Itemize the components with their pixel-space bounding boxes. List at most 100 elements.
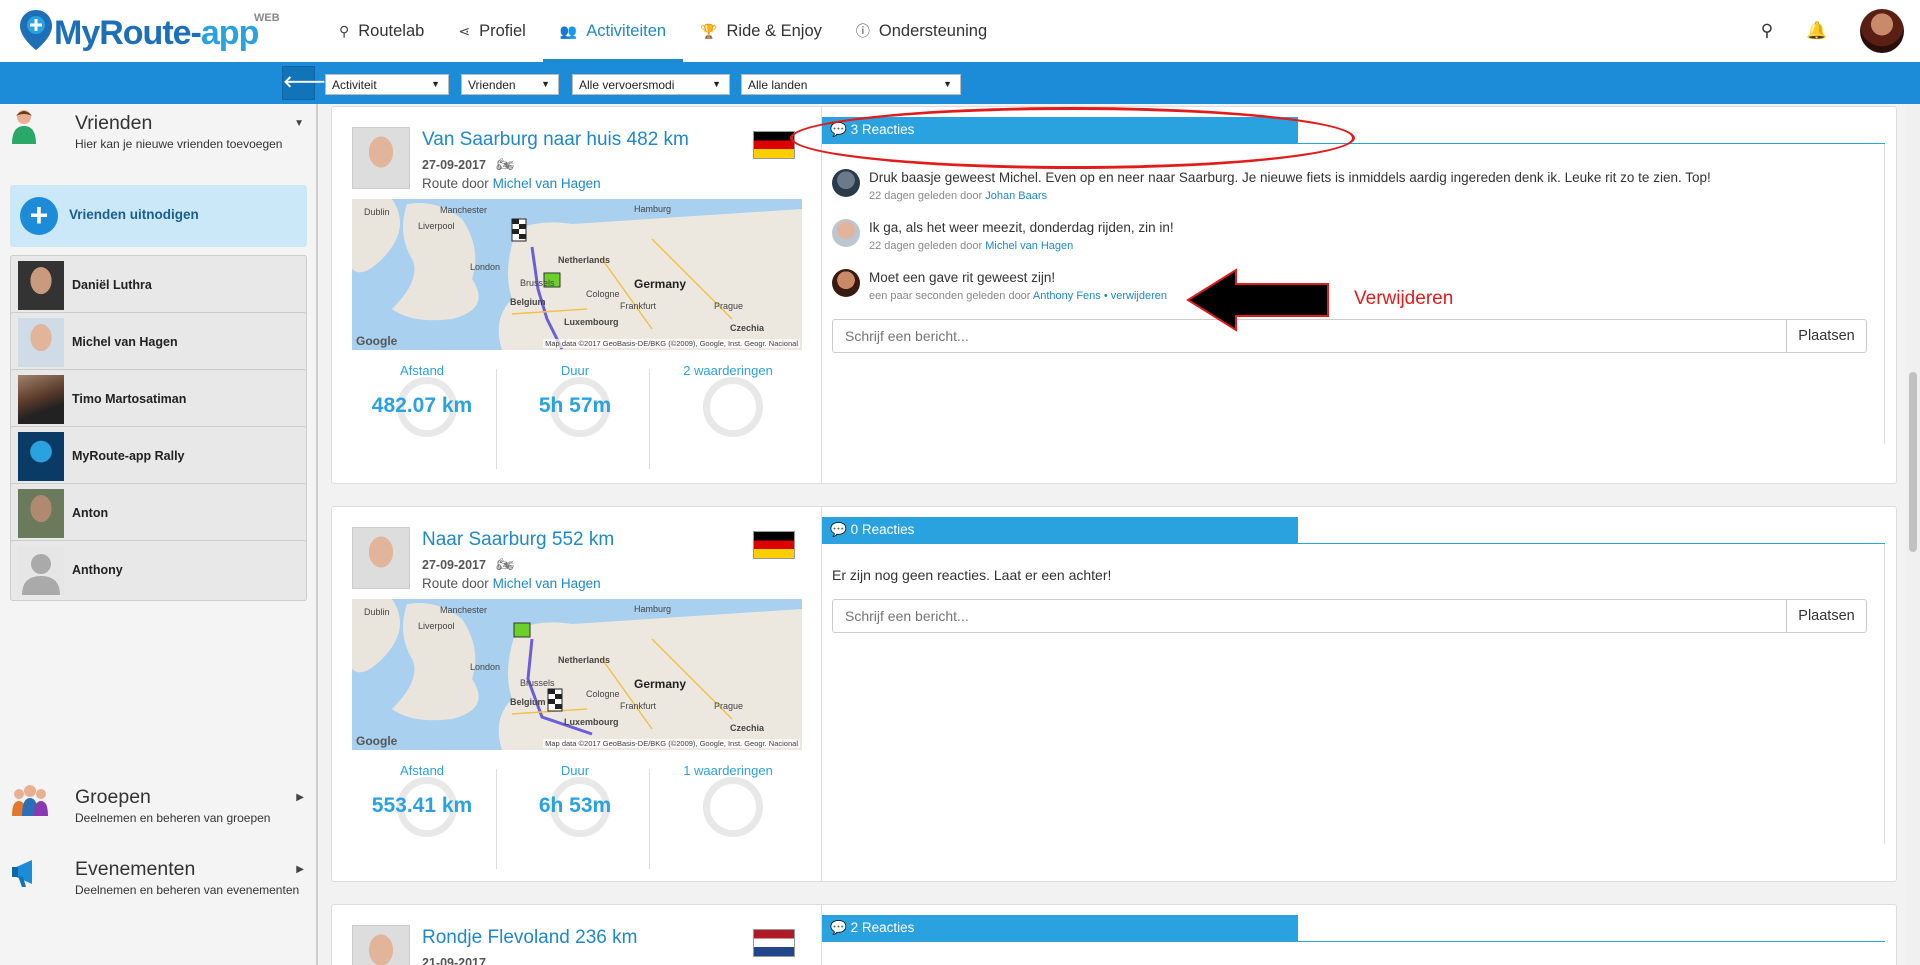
friend-item[interactable]: Timo Martosatiman [10, 369, 307, 430]
germany-flag-icon [753, 131, 795, 159]
nav-label: Profiel [479, 21, 526, 40]
main-nav: ⚲ Routelab ⋖ Profiel 👥 Activiteiten 🏆 Ride &… [322, 0, 1004, 62]
default-user-icon [18, 546, 64, 595]
nav-activiteiten[interactable]: 👥 Activiteiten [542, 0, 684, 62]
map-label: Brussels [520, 678, 555, 688]
friends-section-header[interactable]: Vrienden Hier kan je nieuwe vrienden toe… [0, 104, 318, 179]
post-button[interactable]: Plaatsen [1786, 319, 1867, 353]
activity-avatar[interactable] [352, 527, 410, 589]
stat-value: 5h 57m [538, 394, 612, 417]
friends-filter-select[interactable]: Vrienden ▼ [461, 74, 559, 95]
reactions-header[interactable]: 💬 3 Reacties [822, 117, 1298, 144]
collapse-sidebar-button[interactable]: 🡐 [282, 66, 326, 100]
nav-profiel[interactable]: ⋖ Profiel [441, 0, 543, 62]
transport-filter-select[interactable]: Alle vervoersmodi ▼ [572, 74, 730, 95]
user-avatar[interactable] [1860, 9, 1904, 53]
activity-filter-select[interactable]: Activiteit ▼ [325, 74, 449, 95]
motorcycle-icon: 🏍 [496, 556, 514, 572]
no-reactions-text: Er zijn nog geen reacties. Laat er een a… [832, 567, 1112, 583]
thumbs-up-icon [703, 377, 763, 437]
friend-item[interactable]: MyRoute-app Rally [10, 426, 307, 487]
nav-routelab[interactable]: ⚲ Routelab [322, 0, 441, 62]
invite-friends-button[interactable]: + Vrienden uitnodigen [10, 185, 307, 247]
info-icon: ⓘ [855, 23, 870, 39]
comment-author-link[interactable]: Michel van Hagen [985, 240, 1073, 252]
comment-avatar[interactable] [832, 169, 860, 197]
comment-icon: 💬 [830, 522, 847, 537]
caret-down-icon: ▼ [712, 79, 721, 89]
comment-icon: 💬 [830, 122, 847, 137]
map-label: Cologne [586, 689, 620, 699]
map-label: Dublin [364, 607, 390, 617]
comment-input[interactable] [832, 319, 1787, 353]
map-label: Belgium [510, 697, 546, 707]
activity-title[interactable]: Van Saarburg naar huis 482 km [422, 129, 689, 151]
comment-avatar[interactable] [832, 269, 860, 297]
duration-stat: Duur 5h 57m [505, 357, 645, 457]
comment-avatar[interactable] [832, 219, 860, 247]
friend-item[interactable]: Daniël Luthra [10, 255, 307, 316]
route-author-link[interactable]: Michel van Hagen [493, 576, 601, 591]
user-icon [12, 110, 36, 144]
reactions-header[interactable]: 💬 0 Reacties [822, 517, 1298, 544]
motorcycle-icon: 🏍 [496, 156, 514, 172]
reactions-header[interactable]: 💬 2 Reacties [822, 915, 1298, 942]
megaphone-icon [12, 860, 32, 887]
activity-avatar[interactable] [352, 127, 410, 189]
country-filter-select[interactable]: Alle landen ▼ [741, 74, 961, 95]
map-label: Czechia [730, 723, 765, 733]
stat-label: Duur [560, 363, 590, 378]
friend-item[interactable]: Anton [10, 483, 307, 544]
map-label: Dublin [364, 207, 390, 217]
comment-input[interactable] [832, 599, 1787, 633]
logo-text: MyRoute-app [54, 14, 259, 52]
germany-flag-icon [753, 531, 795, 559]
route-author-link[interactable]: Michel van Hagen [493, 176, 601, 191]
top-navbar: MyRoute-app WEB ⚲ Routelab ⋖ Profiel 👥 Acti… [0, 0, 1920, 62]
google-logo: Google [356, 734, 398, 748]
route-by: Route door Michel van Hagen [422, 576, 601, 591]
divider [1884, 544, 1885, 844]
comment-text: Moet een gave rit geweest zijn! [869, 270, 1056, 285]
comment-author-link[interactable]: Johan Baars [985, 190, 1047, 202]
comment-meta: een paar seconden geleden door Anthony F… [869, 290, 1167, 302]
comment-time: 22 dagen geleden door [869, 190, 983, 202]
ratings-stat[interactable]: 1 waarderingen [658, 757, 798, 857]
groups-section-header[interactable]: Groepen Deelnemen en beheren van groepen… [0, 778, 318, 838]
sidebar-scrollbar[interactable] [316, 104, 318, 965]
activity-date: 27-09-2017 [422, 558, 486, 572]
myroute-logo[interactable]: MyRoute-app WEB [18, 8, 288, 54]
route-map[interactable]: Dublin Liverpool Manchester London Bruss… [352, 199, 802, 350]
comment-author-link[interactable]: Anthony Fens [1033, 290, 1101, 302]
ratings-stat[interactable]: 2 waarderingen [658, 357, 798, 457]
activity-card: Van Saarburg naar huis 482 km 27-09-2017… [331, 106, 1897, 484]
distance-stat: Afstand 482.07 km [352, 357, 492, 457]
nav-ride-enjoy[interactable]: 🏆 Ride & Enjoy [683, 0, 839, 62]
friend-name: Michel van Hagen [72, 335, 178, 349]
friend-item[interactable]: Michel van Hagen [10, 312, 307, 373]
events-section-header[interactable]: Evenementen Deelnemen en beheren van eve… [0, 850, 318, 920]
stat-value: 482.07 km [371, 394, 473, 417]
activity-title[interactable]: Rondje Flevoland 236 km [422, 927, 637, 949]
select-value: Vrienden [468, 78, 516, 92]
activity-title[interactable]: Naar Saarburg 552 km [422, 529, 614, 551]
friend-item[interactable]: Anthony [10, 540, 307, 601]
group-icon [12, 785, 48, 816]
friend-avatar [18, 318, 64, 367]
post-button[interactable]: Plaatsen [1786, 599, 1867, 633]
comment-icon: 💬 [830, 920, 847, 935]
scrollbar-thumb[interactable] [1909, 372, 1917, 552]
bell-icon[interactable]: 🔔 [1792, 21, 1842, 41]
nav-ondersteuning[interactable]: ⓘ Ondersteuning [839, 0, 1004, 62]
search-icon[interactable]: ⚲ [1742, 21, 1792, 41]
friend-name: MyRoute-app Rally [72, 449, 185, 463]
divider [1884, 144, 1885, 444]
divider [1298, 143, 1885, 144]
route-map[interactable]: Dublin Liverpool Manchester London Bruss… [352, 599, 802, 750]
comment-text: Ik ga, als het weer meezit, donderdag ri… [869, 220, 1174, 235]
friend-avatar [18, 432, 64, 481]
page-scrollbar[interactable] [1906, 104, 1920, 965]
events-subtitle: Deelnemen en beheren van evenementen [75, 883, 300, 897]
activity-avatar[interactable] [352, 925, 410, 965]
delete-comment-link[interactable]: • verwijderen [1104, 290, 1167, 302]
